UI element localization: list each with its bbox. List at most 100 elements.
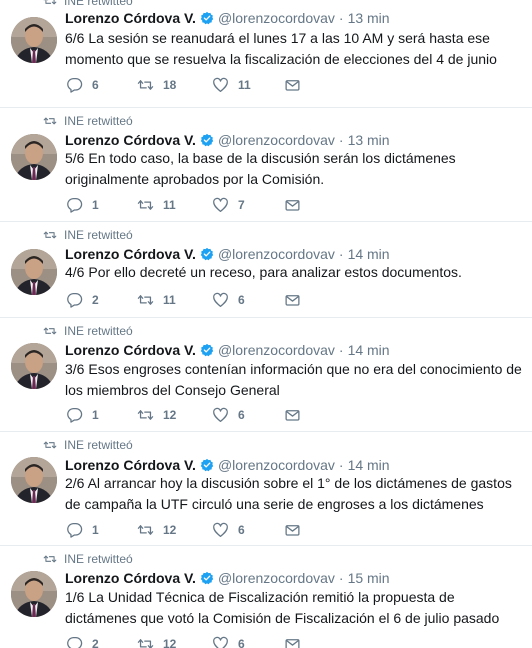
tweet-text: 1/6 La Unidad Técnica de Fiscalización r… xyxy=(65,589,500,626)
like-button[interactable]: 6 xyxy=(212,292,245,308)
verified-badge-icon xyxy=(200,458,214,472)
verified-badge-icon xyxy=(200,11,214,25)
reply-button[interactable]: 6 xyxy=(66,77,99,93)
like-button[interactable]: 6 xyxy=(212,636,245,648)
retweet-button[interactable]: 11 xyxy=(137,197,176,213)
avatar[interactable] xyxy=(11,134,57,180)
retweet-icon xyxy=(43,441,57,449)
retweet-count: 12 xyxy=(163,523,177,537)
tweet-text: 2/6 Al arrancar hoy la discusión sobre e… xyxy=(65,475,512,512)
like-button[interactable]: 6 xyxy=(212,407,245,423)
author-name[interactable]: Lorenzo Córdova V. xyxy=(65,570,196,586)
envelope-icon xyxy=(285,525,300,536)
reply-button[interactable]: 2 xyxy=(66,292,99,308)
author-handle[interactable]: @lorenzocordovav xyxy=(218,457,335,473)
heart-icon xyxy=(213,636,228,648)
author-name[interactable]: Lorenzo Córdova V. xyxy=(65,457,196,473)
reply-button[interactable]: 1 xyxy=(66,407,99,423)
author-name[interactable]: Lorenzo Córdova V. xyxy=(65,132,196,148)
avatar[interactable] xyxy=(11,249,57,295)
author-handle[interactable]: @lorenzocordovav xyxy=(218,10,335,26)
tweet-text: 3/6 Esos engroses contenían información … xyxy=(65,361,522,398)
direct-message-button[interactable] xyxy=(284,77,301,93)
like-count: 7 xyxy=(238,198,245,212)
author-handle[interactable]: @lorenzocordovav xyxy=(218,246,335,262)
tweet-time[interactable]: 14 min xyxy=(348,342,390,358)
retweet-icon xyxy=(137,295,154,305)
tweet[interactable]: INE retwitteó Lorenzo Córdova V. @lorenz… xyxy=(0,222,532,318)
like-count: 6 xyxy=(238,293,245,307)
reply-icon xyxy=(67,77,83,93)
avatar[interactable] xyxy=(11,457,57,503)
tweet[interactable]: INE retwitteó Lorenzo Córdova V. @lorenz… xyxy=(0,318,532,432)
separator-dot: · xyxy=(338,246,344,262)
verified-badge-icon xyxy=(200,247,214,261)
tweet[interactable]: INE retwitteó Lorenzo Córdova V. @lorenz… xyxy=(0,432,532,546)
tweet[interactable]: INE retwitteó Lorenzo Córdova V. @lorenz… xyxy=(0,546,532,648)
author-name[interactable]: Lorenzo Córdova V. xyxy=(65,10,196,26)
separator-dot: · xyxy=(338,342,344,358)
tweet-time[interactable]: 14 min xyxy=(348,457,390,473)
timeline[interactable]: INE retwitteó Lorenzo Córdova V. @lorenz… xyxy=(0,0,532,648)
reply-button[interactable]: 1 xyxy=(66,522,99,538)
retweet-label: INE retwitteó xyxy=(64,0,133,8)
like-count: 11 xyxy=(238,78,251,92)
retweet-context: INE retwitteó xyxy=(43,324,133,338)
tweet-time[interactable]: 14 min xyxy=(348,246,390,262)
retweet-count: 11 xyxy=(163,198,176,212)
retweet-icon xyxy=(43,555,57,563)
separator-dot: · xyxy=(338,10,344,26)
heart-icon xyxy=(213,407,228,423)
retweet-button[interactable]: 18 xyxy=(137,77,176,93)
retweet-icon xyxy=(43,231,57,239)
tweet-text: 5/6 En todo caso, la base de la discusió… xyxy=(65,150,456,187)
like-button[interactable]: 7 xyxy=(212,197,245,213)
like-button[interactable]: 11 xyxy=(212,77,251,93)
retweet-label: INE retwitteó xyxy=(64,438,133,452)
reply-count: 6 xyxy=(92,78,99,92)
tweet-time[interactable]: 15 min xyxy=(348,570,390,586)
tweet[interactable]: INE retwitteó Lorenzo Córdova V. @lorenz… xyxy=(0,108,532,222)
author-handle[interactable]: @lorenzocordovav xyxy=(218,132,335,148)
reply-button[interactable]: 1 xyxy=(66,197,99,213)
like-button[interactable]: 6 xyxy=(212,522,245,538)
separator-dot: · xyxy=(338,570,344,586)
retweet-button[interactable]: 12 xyxy=(137,522,176,538)
retweet-icon xyxy=(137,410,154,420)
retweet-icon xyxy=(43,0,57,5)
direct-message-button[interactable] xyxy=(284,636,301,648)
envelope-icon xyxy=(285,200,300,211)
reply-icon xyxy=(67,407,83,423)
retweet-icon xyxy=(137,80,154,90)
tweet[interactable]: INE retwitteó Lorenzo Córdova V. @lorenz… xyxy=(0,0,532,108)
tweet-time[interactable]: 13 min xyxy=(348,10,390,26)
avatar[interactable] xyxy=(11,17,57,63)
retweet-context: INE retwitteó xyxy=(43,552,133,566)
avatar[interactable] xyxy=(11,343,57,389)
direct-message-button[interactable] xyxy=(284,407,301,423)
retweet-icon xyxy=(43,117,57,125)
author-handle[interactable]: @lorenzocordovav xyxy=(218,570,335,586)
retweet-count: 11 xyxy=(163,293,176,307)
tweet-time[interactable]: 13 min xyxy=(348,132,390,148)
like-count: 6 xyxy=(238,637,245,648)
retweet-button[interactable]: 12 xyxy=(137,636,176,648)
author-handle[interactable]: @lorenzocordovav xyxy=(218,342,335,358)
author-name[interactable]: Lorenzo Córdova V. xyxy=(65,246,196,262)
reply-button[interactable]: 2 xyxy=(66,636,99,648)
retweet-context: INE retwitteó xyxy=(43,228,133,242)
direct-message-button[interactable] xyxy=(284,197,301,213)
reply-icon xyxy=(67,636,83,648)
direct-message-button[interactable] xyxy=(284,292,301,308)
retweet-button[interactable]: 11 xyxy=(137,292,176,308)
avatar[interactable] xyxy=(11,571,57,617)
envelope-icon xyxy=(285,80,300,91)
retweet-icon xyxy=(43,327,57,335)
reply-icon xyxy=(67,292,83,308)
tweet-header: Lorenzo Córdova V. @lorenzocordovav · 14… xyxy=(65,245,390,263)
direct-message-button[interactable] xyxy=(284,522,301,538)
retweet-context: INE retwitteó xyxy=(43,438,133,452)
author-name[interactable]: Lorenzo Córdova V. xyxy=(65,342,196,358)
verified-badge-icon xyxy=(200,133,214,147)
retweet-button[interactable]: 12 xyxy=(137,407,176,423)
